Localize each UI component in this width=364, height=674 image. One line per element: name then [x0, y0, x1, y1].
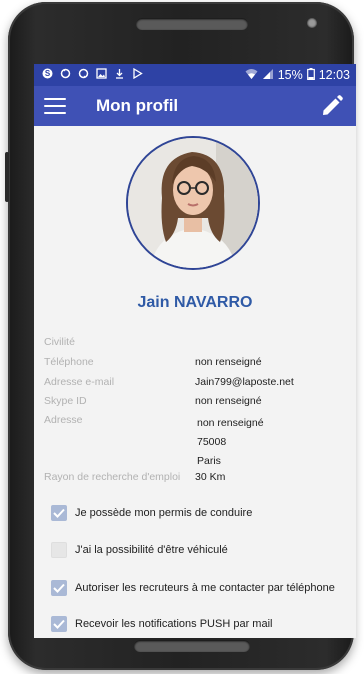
civility-label: Civilité — [44, 336, 75, 348]
app-bar: Mon profil — [34, 86, 356, 126]
clock: 12:03 — [318, 68, 350, 82]
option-push-notifications[interactable]: Recevoir les notifications PUSH par mail — [51, 616, 272, 632]
address-line-1: non renseigné — [197, 417, 264, 429]
skype-value: non renseigné — [195, 395, 262, 407]
battery-percent: 15% — [277, 68, 303, 82]
edit-icon[interactable] — [320, 94, 344, 118]
wifi-icon — [245, 68, 258, 83]
svg-text:S: S — [45, 69, 51, 78]
email-label: Adresse e-mail — [44, 376, 115, 388]
checkbox-checked-icon[interactable] — [51, 616, 67, 632]
search-radius-label: Rayon de recherche d'emploi — [44, 471, 181, 483]
menu-icon[interactable] — [44, 98, 66, 114]
search-radius-value: 30 Km — [195, 471, 226, 483]
avatar — [126, 136, 260, 270]
play-store-icon — [132, 67, 143, 82]
option-label: J'ai la possibilité d'être véhiculé — [75, 544, 228, 556]
sync-icon — [60, 68, 71, 82]
front-camera — [307, 18, 317, 28]
image-icon — [96, 68, 107, 82]
page-title: Mon profil — [96, 96, 179, 115]
email-value: Jain799@laposte.net — [195, 376, 294, 388]
option-phone-contact[interactable]: Autoriser les recruteurs à me contacter … — [51, 580, 335, 596]
option-driving-licence[interactable]: Je possède mon permis de conduire — [51, 505, 252, 521]
checkbox-unchecked-icon[interactable] — [51, 542, 67, 558]
address-label: Adresse — [44, 414, 83, 426]
checkbox-checked-icon[interactable] — [51, 505, 67, 521]
sync-alt-icon — [78, 68, 89, 82]
earpiece-speaker — [136, 18, 248, 30]
option-vehicle[interactable]: J'ai la possibilité d'être véhiculé — [51, 542, 228, 558]
option-label: Je possède mon permis de conduire — [75, 507, 253, 519]
phone-value: non renseigné — [195, 356, 262, 368]
skype-label: Skype ID — [44, 395, 87, 407]
bottom-speaker — [134, 640, 250, 652]
battery-icon — [306, 67, 315, 83]
screen: S 15% 12:03 Mon profil Jain NAVARRO Civi… — [34, 64, 356, 638]
download-icon — [114, 68, 125, 82]
option-label: Recevoir les notifications PUSH par mail — [75, 618, 273, 630]
checkbox-checked-icon[interactable] — [51, 580, 67, 596]
address-postcode: 75008 — [197, 436, 227, 448]
address-city: Paris — [197, 455, 221, 467]
status-bar: S 15% 12:03 — [34, 64, 356, 86]
profile-name: Jain NAVARRO — [137, 294, 253, 311]
phone-label: Téléphone — [44, 356, 94, 368]
phone-frame: S 15% 12:03 Mon profil Jain NAVARRO Civi… — [5, 2, 356, 670]
signal-icon — [262, 68, 274, 83]
skype-icon: S — [42, 68, 53, 82]
option-label: Autoriser les recruteurs à me contacter … — [75, 582, 335, 594]
volume-button — [5, 152, 9, 202]
